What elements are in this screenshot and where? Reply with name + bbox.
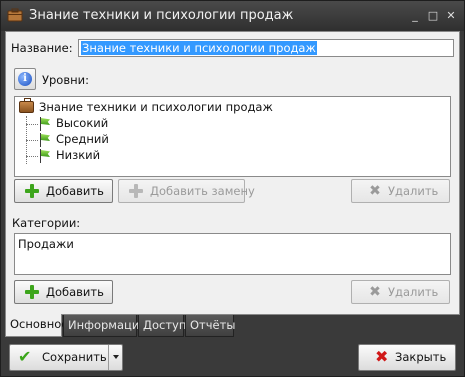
title-bar[interactable]: Знание техники и психологии продаж _ □ ✕ [1, 1, 464, 31]
tab-bar: Основное Информация Доступ Отчёты [5, 314, 460, 337]
close-label: Закрыть [395, 350, 447, 364]
green-flag-icon [39, 117, 51, 131]
x-icon: ✖ [369, 183, 381, 199]
delete-category-label: Удалить [388, 285, 439, 299]
tree-branch-line [26, 124, 38, 125]
add-level-label: Добавить [46, 184, 104, 198]
window-title: Знание техники и психологии продаж [29, 8, 294, 23]
name-input[interactable]: Знание техники и психологии продаж [78, 39, 454, 57]
check-icon: ✔ [18, 347, 32, 366]
delete-category-button[interactable]: ✖ Удалить [351, 280, 450, 304]
name-input-value: Знание техники и психологии продаж [81, 41, 317, 55]
close-button[interactable]: ✖ Закрыть [358, 344, 456, 371]
levels-label: Уровни: [42, 73, 89, 87]
add-replacement-button[interactable]: Добавить замену [118, 179, 255, 203]
minimize-icon[interactable]: _ [407, 9, 423, 23]
close-icon[interactable]: ✕ [443, 9, 459, 23]
briefcase-icon [19, 98, 34, 113]
save-split-button: ✔ Сохранить [9, 344, 123, 371]
levels-tree[interactable]: Знание техники и психологии продаж Высок… [14, 96, 451, 177]
info-button[interactable]: i [14, 68, 36, 90]
name-label: Название: [11, 41, 73, 55]
add-category-label: Добавить [46, 285, 104, 299]
briefcase-app-icon [7, 8, 23, 22]
tab-main[interactable]: Основное [5, 314, 68, 337]
main-panel: Название: Знание техники и психологии пр… [5, 31, 460, 315]
plus-icon [25, 184, 39, 198]
save-label: Сохранить [42, 350, 107, 364]
tree-item-label: Высокий [56, 116, 109, 130]
categories-label: Категории: [12, 216, 81, 230]
tab-info[interactable]: Информация [63, 315, 146, 337]
delete-level-label: Удалить [388, 184, 439, 198]
categories-list[interactable]: Продажи [14, 233, 451, 275]
dialog-window: Знание техники и психологии продаж _ □ ✕… [0, 0, 465, 377]
add-replacement-label: Добавить замену [150, 184, 255, 198]
tree-item-label: Низкий [56, 148, 101, 162]
tree-root-label: Знание техники и психологии продаж [39, 100, 273, 114]
tab-reports[interactable]: Отчёты [185, 315, 235, 337]
list-item[interactable]: Продажи [18, 237, 74, 251]
info-icon: i [18, 72, 32, 86]
close-x-icon: ✖ [375, 347, 389, 366]
maximize-icon[interactable]: □ [425, 9, 441, 23]
delete-level-button[interactable]: ✖ Удалить [351, 179, 450, 203]
save-button[interactable]: ✔ Сохранить [10, 345, 109, 370]
tree-branch-line [26, 156, 38, 157]
add-level-button[interactable]: Добавить [14, 179, 113, 203]
x-icon: ✖ [369, 284, 381, 300]
tree-item-label: Средний [56, 132, 109, 146]
plus-icon [129, 184, 143, 198]
tab-access[interactable]: Доступ [138, 315, 186, 337]
green-flag-icon [39, 133, 51, 147]
plus-icon [25, 285, 39, 299]
add-category-button[interactable]: Добавить [14, 280, 113, 304]
tree-branch-line [26, 140, 38, 141]
chevron-down-icon[interactable] [109, 345, 123, 370]
green-flag-icon [39, 149, 51, 163]
